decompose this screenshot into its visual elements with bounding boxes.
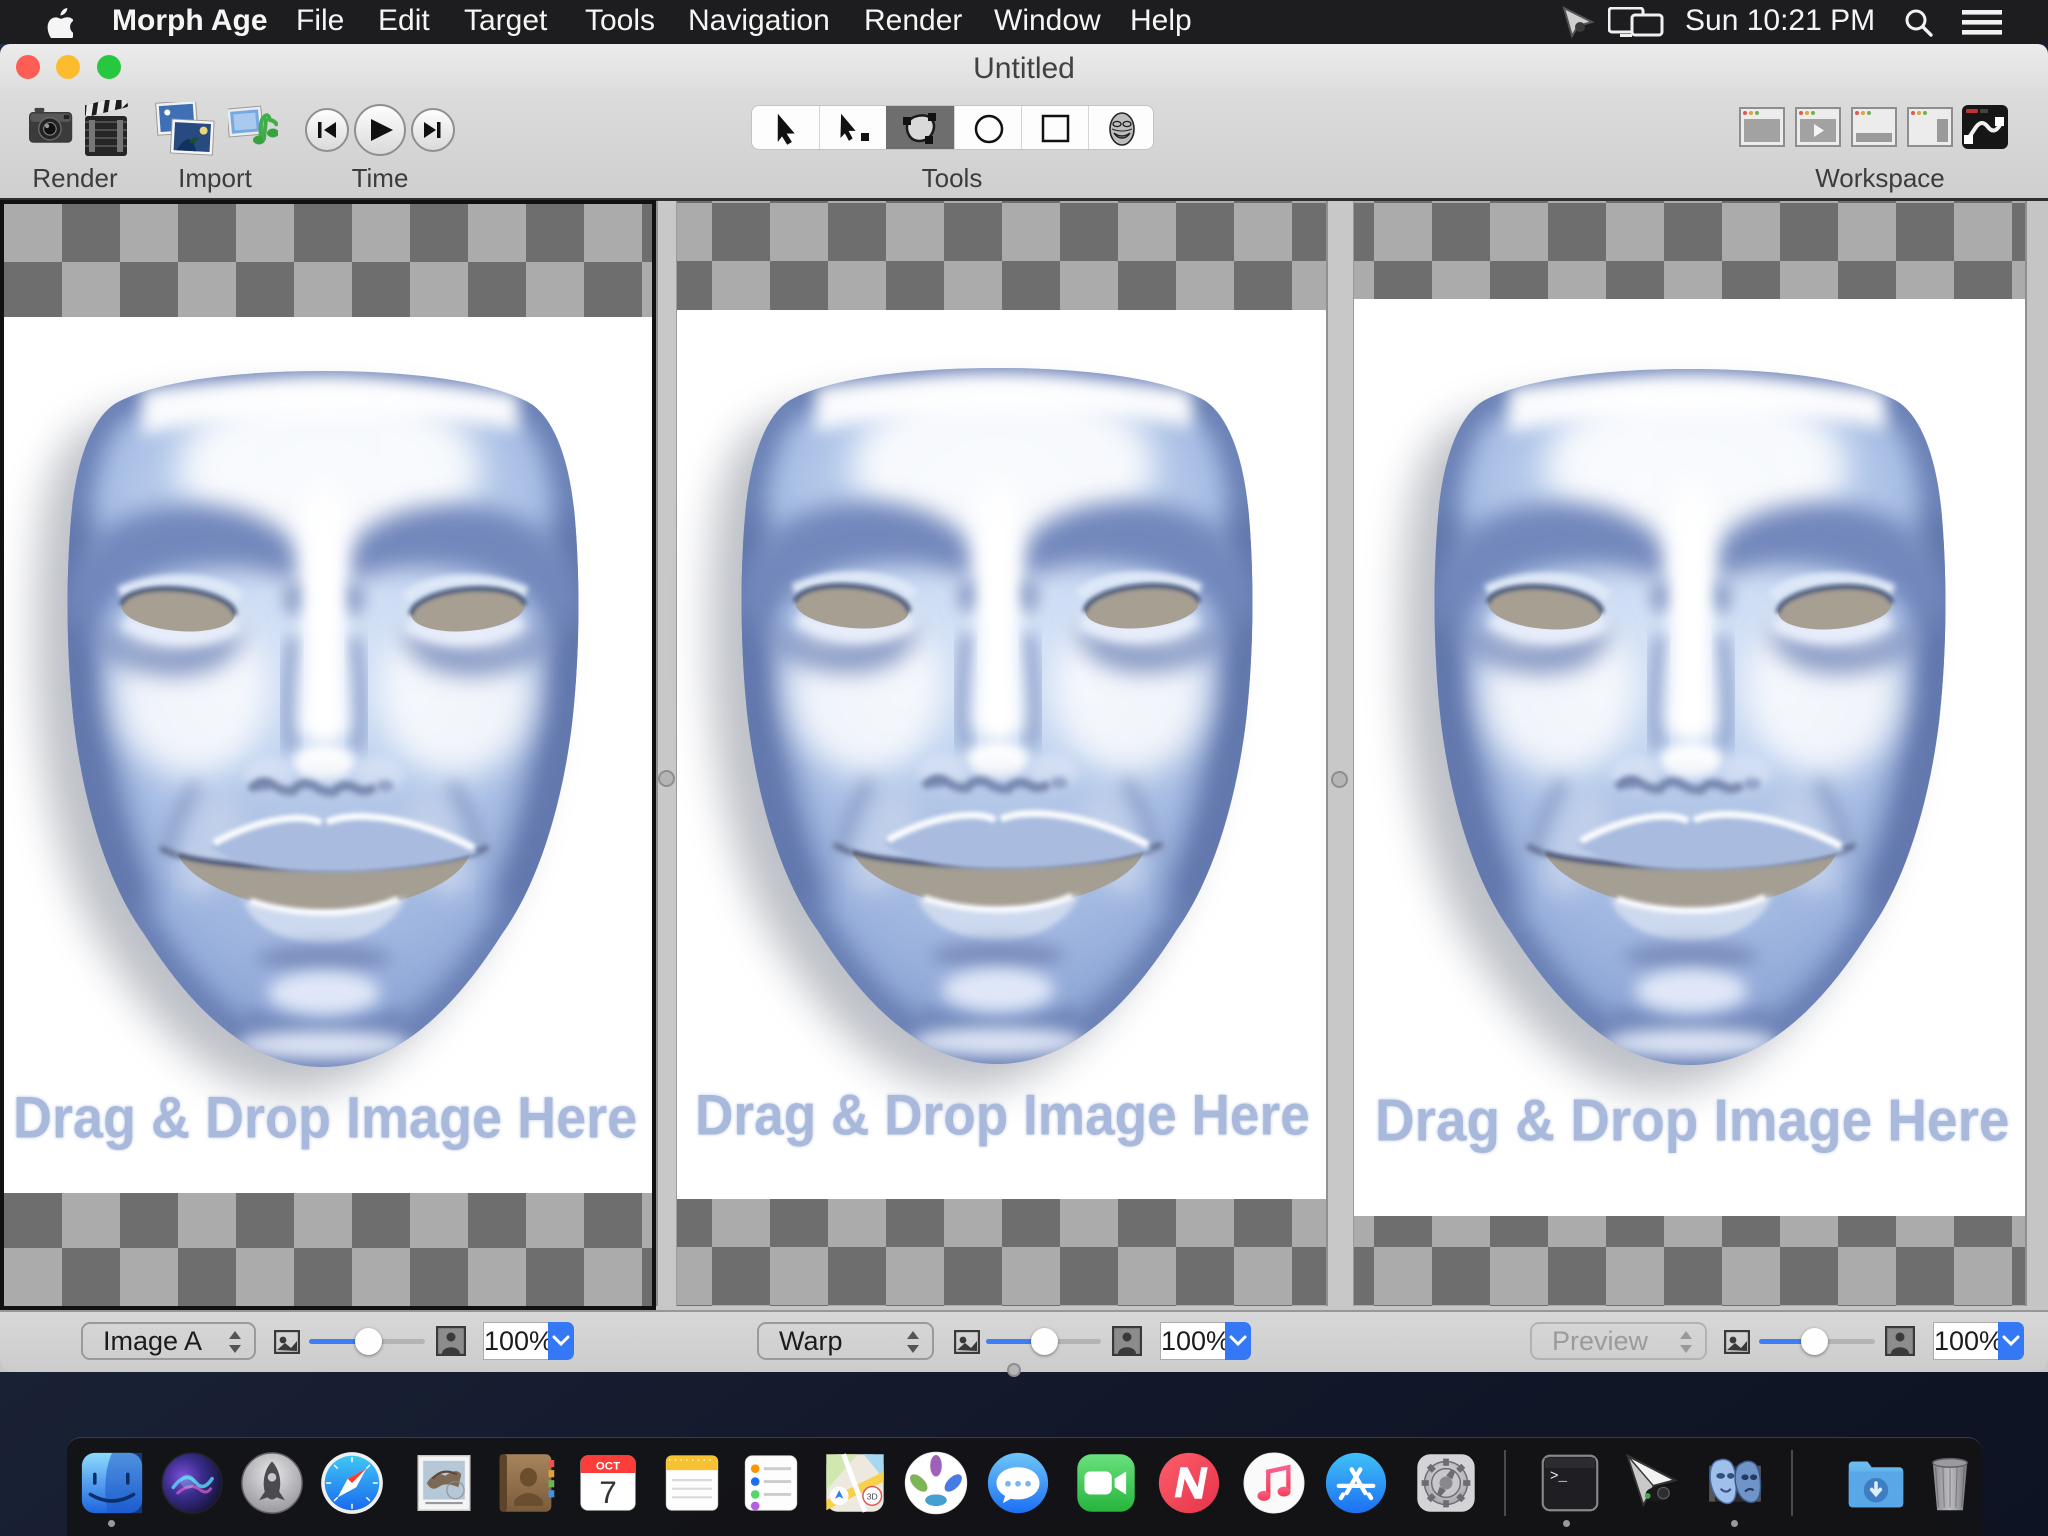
svg-text:7: 7 — [599, 1474, 617, 1510]
svg-text:>_: >_ — [1550, 1469, 1568, 1485]
svg-text:3D: 3D — [867, 1492, 878, 1502]
svg-text:OCT: OCT — [596, 1460, 620, 1472]
